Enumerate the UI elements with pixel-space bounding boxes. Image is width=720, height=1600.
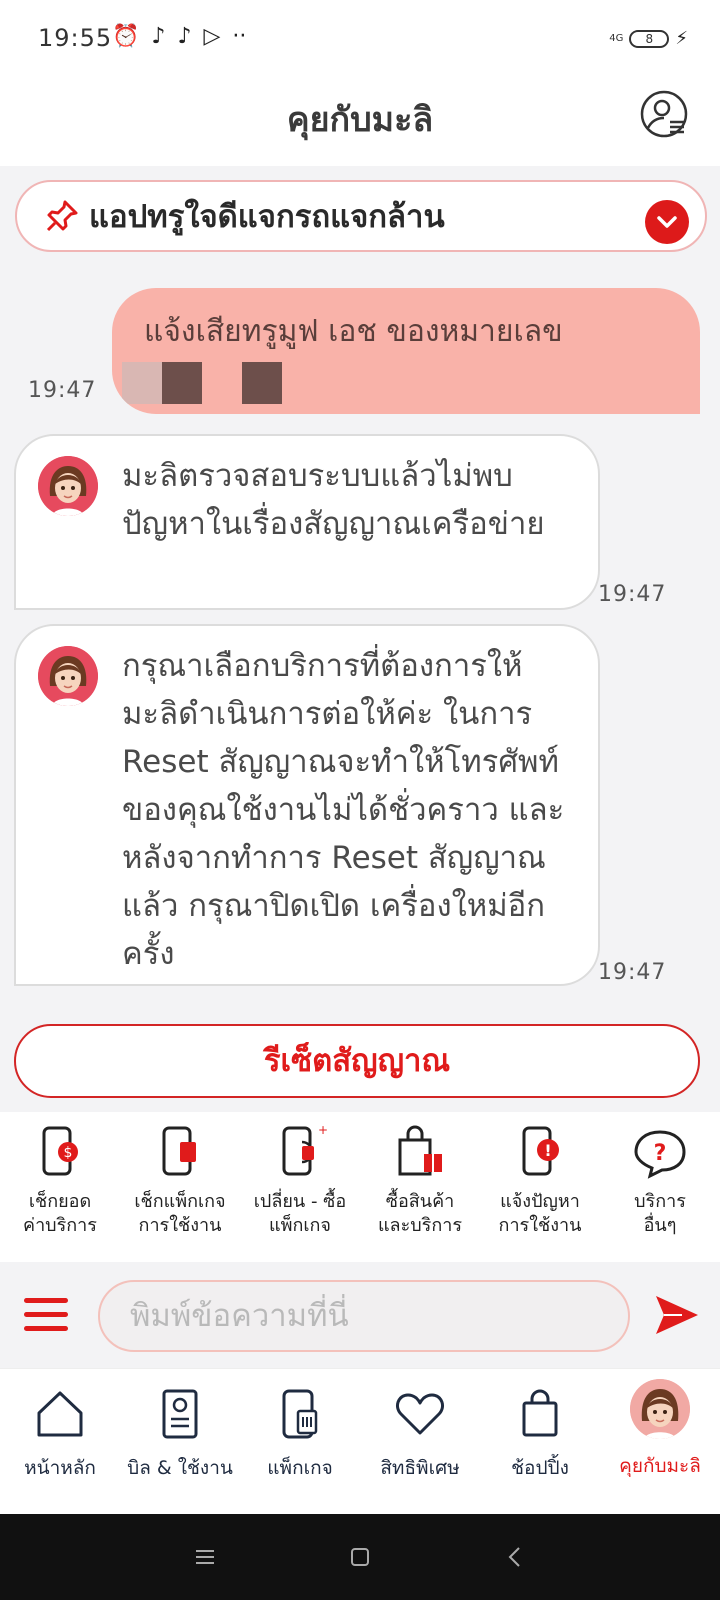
pinned-announcement[interactable]: แอปทรูใจดีแจกรถแจกล้าน <box>15 180 707 252</box>
package-icon <box>274 1387 326 1443</box>
nav-bill[interactable]: บิล & ใช้งาน <box>120 1387 240 1483</box>
play-icon: ▷ <box>203 24 221 49</box>
nav-chat-mali[interactable]: คุยกับมะลิ <box>600 1379 720 1481</box>
quick-label: และบริการ <box>377 1215 463 1236</box>
signal-icon: 4G <box>609 33 624 44</box>
user-message-bubble: แจ้งเสียทรูมูฟ เอช ของหมายเลข <box>112 288 700 414</box>
phone-alert-icon: ! <box>512 1124 568 1182</box>
phone-swap-icon: + <box>272 1123 328 1182</box>
svg-text:?: ? <box>654 1141 667 1166</box>
gift-bag-icon <box>392 1124 448 1182</box>
message-input-bar <box>0 1262 720 1368</box>
home-square-icon[interactable] <box>345 1542 375 1572</box>
alarm-icon: ⏰ <box>112 24 140 49</box>
bill-icon <box>154 1387 206 1443</box>
quick-label: อื่นๆ <box>643 1215 677 1236</box>
notification-icons: ⏰ ♪ ♪ ▷ ·· <box>112 24 246 49</box>
tiktok-icon: ♪ <box>151 24 166 49</box>
tiktok-icon: ♪ <box>177 24 192 49</box>
mali-avatar <box>38 646 98 706</box>
quick-other-services[interactable]: ? บริการอื่นๆ <box>600 1124 720 1238</box>
phone-bill-icon: $ <box>32 1124 88 1182</box>
charging-icon: ⚡ <box>675 28 688 49</box>
redacted-block <box>242 362 282 404</box>
hamburger-menu-icon[interactable] <box>24 1294 68 1334</box>
nav-label: หน้าหลัก <box>24 1457 96 1479</box>
svg-text:+: + <box>318 1124 328 1137</box>
quick-label: การใช้งาน <box>498 1215 582 1236</box>
shopping-bag-icon <box>514 1387 566 1443</box>
quick-label: แจ้งปัญหา <box>500 1191 580 1212</box>
nav-label: คุยกับมะลิ <box>619 1455 701 1477</box>
redacted-block <box>122 362 164 404</box>
nav-home[interactable]: หน้าหลัก <box>0 1387 120 1483</box>
chat-area[interactable]: แอปทรูใจดีแจกรถแจกล้าน 19:47 แจ้งเสียทรู… <box>0 166 720 1112</box>
status-time: 19:55 <box>38 24 113 52</box>
nav-shopping[interactable]: ช้อปปิ้ง <box>480 1387 600 1483</box>
quick-label: เปลี่ยน - ซื้อ <box>253 1191 347 1212</box>
system-navigation-bar <box>0 1514 720 1600</box>
svg-text:!: ! <box>544 1141 551 1160</box>
quick-report-problem[interactable]: ! แจ้งปัญหาการใช้งาน <box>480 1124 600 1238</box>
app-header: คุยกับมะลิ <box>0 78 720 166</box>
quick-check-package[interactable]: เช็กแพ็กเกจการใช้งาน <box>120 1124 240 1238</box>
quick-buy-products[interactable]: ซื้อสินค้าและบริการ <box>360 1124 480 1238</box>
message-time: 19:47 <box>598 960 667 985</box>
quick-label: การใช้งาน <box>138 1215 222 1236</box>
heart-icon <box>394 1387 446 1443</box>
svg-text:$: $ <box>64 1145 73 1161</box>
quick-change-package[interactable]: + เปลี่ยน - ซื้อแพ็กเกจ <box>240 1123 360 1238</box>
reset-signal-button[interactable]: รีเซ็ตสัญญาณ <box>14 1024 700 1098</box>
battery-icon: 8 <box>629 29 670 48</box>
phone-sim-icon <box>152 1124 208 1182</box>
send-icon[interactable] <box>652 1290 702 1340</box>
quick-label: เช็กแพ็กเกจ <box>134 1191 226 1212</box>
pin-icon <box>45 199 79 233</box>
quick-label: ค่าบริการ <box>23 1215 97 1236</box>
home-icon <box>34 1387 86 1443</box>
quick-label: แพ็กเกจ <box>269 1215 331 1236</box>
message-input[interactable] <box>98 1280 630 1352</box>
nav-privileges[interactable]: สิทธิพิเศษ <box>360 1387 480 1483</box>
quick-label: ซื้อสินค้า <box>385 1191 455 1212</box>
message-text: แจ้งเสียทรูมูฟ เอช ของหมายเลข <box>144 314 563 349</box>
user-profile-icon[interactable] <box>640 90 688 138</box>
bottom-navigation: หน้าหลัก บิล & ใช้งาน แพ็กเกจ สิทธิพิเศษ… <box>0 1368 720 1514</box>
nav-package[interactable]: แพ็กเกจ <box>240 1387 360 1483</box>
recent-apps-icon[interactable] <box>190 1542 220 1572</box>
page-title: คุยกับมะลิ <box>286 100 434 140</box>
pinned-text: แอปทรูใจดีแจกรถแจกล้าน <box>89 199 445 235</box>
message-text: กรุณาเลือกบริการที่ต้องการให้มะลิดำเนินก… <box>122 648 565 972</box>
status-bar: 19:55 ⏰ ♪ ♪ ▷ ·· 4G 8 ⚡ <box>0 0 720 78</box>
nav-label: ช้อปปิ้ง <box>511 1457 569 1479</box>
status-right: 4G 8 ⚡ <box>609 28 688 49</box>
quick-check-bill[interactable]: $ เช็กยอดค่าบริการ <box>0 1124 120 1238</box>
more-dots-icon: ·· <box>232 24 247 49</box>
mali-avatar-icon <box>630 1379 690 1439</box>
nav-label: แพ็กเกจ <box>267 1457 333 1479</box>
back-icon[interactable] <box>500 1542 530 1572</box>
mali-avatar <box>38 456 98 516</box>
chevron-down-icon[interactable] <box>645 200 689 244</box>
message-time: 19:47 <box>28 378 97 403</box>
nav-label: สิทธิพิเศษ <box>380 1457 460 1479</box>
bot-message-bubble: กรุณาเลือกบริการที่ต้องการให้มะลิดำเนินก… <box>14 624 600 986</box>
message-text: มะลิตรวจสอบระบบแล้วไม่พบปัญหาในเรื่องสัญ… <box>122 458 545 542</box>
quick-label: บริการ <box>634 1191 686 1212</box>
bot-message-bubble: มะลิตรวจสอบระบบแล้วไม่พบปัญหาในเรื่องสัญ… <box>14 434 600 610</box>
message-time: 19:47 <box>598 582 667 607</box>
redacted-block <box>162 362 202 404</box>
quick-label: เช็กยอด <box>28 1191 92 1212</box>
nav-label: บิล & ใช้งาน <box>127 1457 233 1479</box>
quick-services: $ เช็กยอด ค่าบริการ เช็กแพ็กเกจ การใช้งาน … <box>0 1112 720 1260</box>
question-bubble-icon: ? <box>632 1124 688 1182</box>
